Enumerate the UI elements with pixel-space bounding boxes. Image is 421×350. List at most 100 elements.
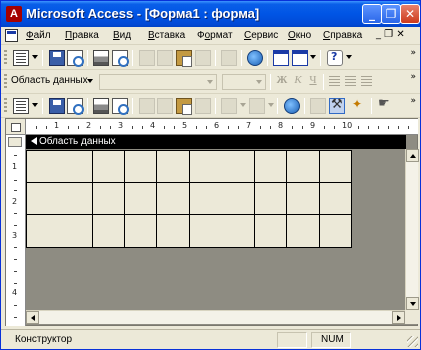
format-painter-icon[interactable] bbox=[195, 98, 211, 114]
print-preview-icon[interactable] bbox=[112, 98, 129, 115]
object-selector-dropdown-arrow[interactable] bbox=[87, 79, 93, 83]
undo-icon[interactable] bbox=[221, 50, 237, 66]
menu-insert[interactable]: Вставка bbox=[148, 30, 185, 41]
access-app-icon[interactable]: A bbox=[6, 6, 22, 22]
font-size-combo[interactable] bbox=[222, 74, 266, 90]
section-selector[interactable] bbox=[8, 137, 22, 147]
database-window-icon[interactable] bbox=[273, 50, 289, 66]
form-selector-icon[interactable] bbox=[6, 119, 26, 135]
ruler-h-label: 4 bbox=[150, 121, 156, 130]
toolbar-separator bbox=[304, 98, 305, 114]
close-icon: ✕ bbox=[404, 7, 416, 21]
scroll-up-button[interactable] bbox=[406, 149, 419, 162]
menu-format[interactable]: Формат bbox=[197, 30, 233, 41]
ruler-h-label: 7 bbox=[246, 121, 252, 130]
undo-icon[interactable] bbox=[221, 98, 237, 114]
font-size-dropdown[interactable] bbox=[253, 75, 265, 89]
toolbar-separator bbox=[277, 98, 278, 114]
format-painter-icon[interactable] bbox=[195, 50, 211, 66]
toolbar-grip[interactable] bbox=[4, 50, 7, 66]
toolbar-options-chevron-icon[interactable]: » bbox=[410, 49, 416, 58]
font-name-dropdown[interactable] bbox=[204, 75, 216, 89]
maximize-button[interactable]: ❐ bbox=[381, 4, 401, 24]
paste-icon[interactable] bbox=[176, 50, 192, 67]
hyperlink-icon[interactable] bbox=[284, 98, 300, 114]
section-label: Область данных bbox=[39, 136, 116, 147]
resize-grip-icon[interactable] bbox=[407, 336, 418, 347]
view-toggle-icon[interactable] bbox=[13, 50, 29, 66]
search-file-icon[interactable] bbox=[67, 98, 84, 115]
menu-view[interactable]: Вид bbox=[113, 30, 131, 41]
print-preview-icon[interactable] bbox=[112, 50, 129, 67]
menu-edit[interactable]: Правка bbox=[65, 30, 99, 41]
toolbar-separator bbox=[215, 50, 216, 66]
view-toggle-icon[interactable] bbox=[13, 98, 29, 114]
undo-dropdown-arrow[interactable] bbox=[240, 103, 246, 107]
toolbar-separator bbox=[267, 50, 268, 66]
scroll-right-button[interactable] bbox=[392, 311, 405, 324]
toolbar-grip[interactable] bbox=[4, 98, 7, 114]
font-name-combo[interactable] bbox=[99, 74, 217, 90]
menu-window[interactable]: Окно bbox=[288, 30, 311, 41]
toolbar-options-chevron-icon[interactable]: » bbox=[410, 73, 416, 82]
toolbar-options-chevron-icon[interactable]: » bbox=[410, 97, 416, 106]
redo-dropdown-arrow[interactable] bbox=[268, 103, 274, 107]
menu-tools[interactable]: Сервис bbox=[244, 30, 278, 41]
cut-icon[interactable] bbox=[139, 98, 155, 114]
align-left-icon[interactable] bbox=[329, 76, 340, 86]
new-object-dropdown-arrow[interactable] bbox=[310, 55, 316, 59]
window-title: Microsoft Access - [Форма1 : форма] bbox=[26, 6, 260, 21]
align-right-icon[interactable] bbox=[361, 76, 372, 86]
detail-section-header[interactable]: Область данных bbox=[26, 135, 406, 149]
new-object-icon[interactable] bbox=[292, 50, 308, 66]
arrow-right-icon bbox=[397, 315, 401, 321]
menu-help[interactable]: Справка bbox=[323, 30, 362, 41]
ruler-h-label: 6 bbox=[214, 121, 220, 130]
vertical-scrollbar[interactable] bbox=[405, 149, 419, 310]
save-icon[interactable] bbox=[49, 50, 65, 66]
minimize-button[interactable]: _ bbox=[362, 4, 382, 24]
help-icon[interactable] bbox=[327, 50, 343, 66]
view-dropdown-arrow[interactable] bbox=[32, 55, 38, 59]
ruler-h-label: 5 bbox=[182, 121, 188, 130]
underline-icon[interactable]: Ч bbox=[306, 74, 320, 86]
paste-icon[interactable] bbox=[176, 98, 192, 115]
redo-icon[interactable] bbox=[249, 98, 265, 114]
scroll-left-button[interactable] bbox=[26, 311, 39, 324]
form-design-toolbar-2: » bbox=[1, 94, 420, 118]
detail-section-grid[interactable] bbox=[26, 150, 352, 248]
status-panel bbox=[277, 332, 307, 348]
close-button[interactable]: ✕ bbox=[400, 4, 420, 24]
view-dropdown-arrow[interactable] bbox=[32, 103, 38, 107]
search-file-icon[interactable] bbox=[67, 50, 84, 67]
hyperlink-icon[interactable] bbox=[247, 50, 263, 66]
toolbar-grip[interactable] bbox=[4, 74, 7, 90]
bold-icon[interactable]: Ж bbox=[275, 74, 289, 86]
scroll-down-button[interactable] bbox=[406, 297, 419, 310]
save-icon[interactable] bbox=[49, 98, 65, 114]
horizontal-scrollbar[interactable] bbox=[26, 310, 405, 324]
menu-file[interactable]: Файл bbox=[26, 30, 51, 41]
horizontal-ruler[interactable]: 1 2 3 4 5 6 7 8 9 10 bbox=[26, 119, 418, 135]
vertical-ruler[interactable]: 1 2 3 4 bbox=[6, 135, 26, 326]
print-icon[interactable] bbox=[93, 50, 109, 66]
object-selector-combo[interactable]: Область данных bbox=[11, 73, 93, 90]
toolbox-icon[interactable] bbox=[329, 97, 345, 114]
menu-bar: Файл Правка Вид Вставка Формат Сервис Ок… bbox=[1, 27, 420, 45]
title-bar[interactable]: A Microsoft Access - [Форма1 : форма] _ … bbox=[1, 1, 420, 27]
field-list-icon[interactable] bbox=[310, 98, 326, 114]
toolbar-separator bbox=[132, 50, 133, 66]
mdi-window-controls[interactable]: _ ❐ ✕ bbox=[376, 29, 405, 40]
form-document-icon[interactable] bbox=[5, 29, 18, 42]
properties-icon[interactable] bbox=[378, 96, 394, 114]
autoformat-wand-icon[interactable] bbox=[350, 97, 366, 114]
cut-icon[interactable] bbox=[139, 50, 155, 66]
toolbar-separator bbox=[215, 98, 216, 114]
copy-icon[interactable] bbox=[157, 50, 173, 66]
copy-icon[interactable] bbox=[157, 98, 173, 114]
help-dropdown-arrow[interactable] bbox=[346, 55, 352, 59]
align-center-icon[interactable] bbox=[345, 76, 356, 86]
italic-icon[interactable]: К bbox=[291, 74, 305, 86]
print-icon[interactable] bbox=[93, 98, 109, 114]
toolbar-separator bbox=[87, 98, 88, 114]
